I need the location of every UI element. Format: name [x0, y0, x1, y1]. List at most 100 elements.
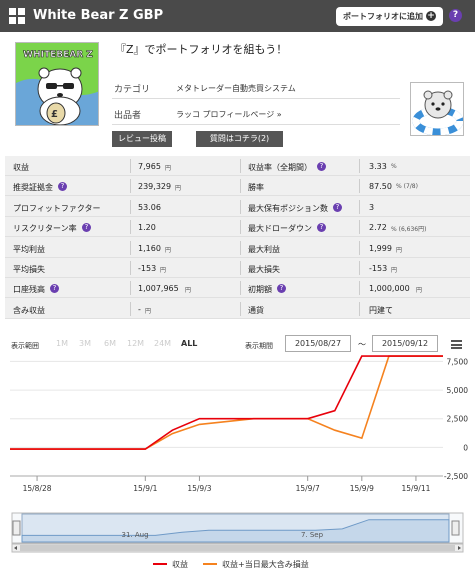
- stat-value: 1,007,965: [138, 284, 179, 294]
- stat-unit: 円: [165, 246, 172, 254]
- stat-value: 1,160: [138, 243, 161, 253]
- legend-swatch-profit-unrealized: [203, 563, 217, 565]
- stat-label: 収益: [13, 163, 29, 172]
- stat-label: 最大保有ポジション数: [248, 203, 328, 213]
- help-icon[interactable]: ?: [50, 284, 59, 294]
- divider: [130, 301, 131, 316]
- help-icon[interactable]: ?: [317, 223, 326, 233]
- profit-chart: 15/8/28 15/9/1 15/9/3 15/9/7 15/9/9 15/9/11 7…: [10, 355, 469, 553]
- plot-area: [10, 358, 443, 476]
- stat-label: 最大利益: [248, 244, 280, 254]
- x-tick-label: 15/9/3: [187, 484, 211, 493]
- svg-text:£: £: [51, 109, 58, 120]
- stat-label: プロフィットファクター: [13, 203, 101, 213]
- page-header: White Bear Z GBP ポートフォリオに追加 + ?: [0, 0, 475, 32]
- stat-unit: % (7/8): [396, 183, 418, 191]
- divider: [359, 301, 360, 316]
- navigator-handle[interactable]: [12, 520, 21, 536]
- stat-unit: 円: [175, 185, 182, 193]
- category-row: カテゴリ メタトレーダー自動売買システム: [112, 77, 400, 99]
- chart-legend: 収益 収益+当日最大含み損益: [0, 556, 475, 572]
- help-icon[interactable]: ?: [277, 284, 286, 294]
- divider: [240, 179, 241, 194]
- navigator-handle[interactable]: [451, 520, 460, 536]
- question-button[interactable]: 質問はコチラ(2): [196, 131, 283, 147]
- divider: [359, 240, 360, 255]
- stats-row: リスクリターン率? 1.20 最大ドローダウン? 2.72 % (6,636円): [5, 217, 470, 238]
- divider: [240, 240, 241, 255]
- stat-label: 推奨証拠金: [13, 183, 53, 193]
- stat-unit: 円: [185, 287, 192, 295]
- stat-value: 7,965: [138, 162, 161, 171]
- seller-label: 出品者: [114, 111, 142, 121]
- stat-unit: 円: [391, 267, 398, 274]
- help-icon[interactable]: ?: [317, 162, 326, 171]
- page-title: White Bear Z GBP: [33, 8, 164, 23]
- stat-value: 1,000,000: [369, 284, 410, 294]
- stats-row: 平均利益 1,160 円 最大利益 1,999 円: [5, 238, 470, 258]
- divider: [240, 220, 241, 235]
- legend-label-profit[interactable]: 収益: [172, 559, 188, 570]
- divider: [130, 159, 131, 173]
- stat-value: -153: [369, 264, 388, 273]
- stat-label: 最大損失: [248, 265, 280, 274]
- stat-unit: 円: [145, 307, 152, 315]
- stat-value: 円建て: [369, 305, 393, 315]
- y-tick-label: 0: [463, 443, 468, 452]
- x-tick-label: 15/8/28: [23, 484, 52, 493]
- chart-section: 表示範囲 1M 3M 6M 12M 24M ALL 表示期間 2015/08/2…: [0, 330, 475, 577]
- navigator-label: 31. Aug: [121, 531, 148, 539]
- stat-label: 収益率（全期間）: [248, 163, 312, 172]
- help-icon[interactable]: ?: [333, 202, 342, 212]
- divider: [240, 199, 241, 214]
- x-tick-label: 15/9/1: [133, 484, 157, 493]
- divider: [359, 281, 360, 296]
- stats-row: 含み収益 - 円 通貨 円建て: [5, 299, 470, 319]
- stat-label: 最大ドローダウン: [248, 224, 312, 234]
- stat-label: 通貨: [248, 305, 264, 315]
- x-tick-label: 15/9/9: [350, 484, 374, 493]
- stat-unit: 円: [165, 165, 172, 172]
- stat-value: -: [138, 304, 141, 314]
- add-to-portfolio-button[interactable]: ポートフォリオに追加 +: [336, 7, 443, 26]
- add-to-portfolio-label: ポートフォリオに追加: [343, 12, 423, 21]
- divider: [359, 199, 360, 214]
- navigator-label: 7. Sep: [301, 531, 324, 539]
- divider: [130, 220, 131, 235]
- legend-label-profit-unrealized[interactable]: 収益+当日最大含み損益: [222, 559, 309, 570]
- help-icon[interactable]: ?: [58, 182, 67, 192]
- y-tick-label: 7,500: [447, 357, 469, 366]
- category-value: メタトレーダー自動売買システム: [176, 84, 296, 93]
- help-icon[interactable]: ?: [82, 223, 91, 233]
- divider: [240, 261, 241, 275]
- divider: [359, 159, 360, 173]
- divider: [359, 261, 360, 275]
- divider: [130, 179, 131, 194]
- help-icon[interactable]: ?: [449, 9, 462, 22]
- stats-row: プロフィットファクター 53.06 最大保有ポジション数? 3: [5, 197, 470, 217]
- stat-unit: 円: [416, 287, 423, 295]
- review-button[interactable]: レビュー投稿: [112, 131, 172, 147]
- seller-row: 出品者 ラッコ プロフィールページ »: [112, 103, 400, 125]
- stat-label: 平均利益: [13, 244, 45, 254]
- x-tick-label: 15/9/7: [296, 484, 320, 493]
- x-tick-label: 15/9/11: [401, 484, 430, 493]
- stat-value: 239,329: [138, 182, 172, 192]
- stats-row: 平均損失 -153 円最大損失 -153 円: [5, 258, 470, 278]
- stat-label: 平均損失: [13, 265, 45, 274]
- stat-value: 87.50: [369, 182, 392, 192]
- stat-label: 含み収益: [13, 305, 45, 315]
- stat-value: 3.33: [369, 162, 387, 171]
- scrollbar-thumb[interactable]: [20, 545, 455, 551]
- y-tick-label: 5,000: [447, 386, 469, 395]
- divider: [240, 301, 241, 316]
- divider: [130, 281, 131, 296]
- stat-label: 初期額: [248, 285, 272, 295]
- category-label: カテゴリ: [114, 85, 151, 95]
- intro-text: 『Z』でポートフォリオを組もう！: [115, 43, 288, 56]
- seller-profile-link[interactable]: ラッコ プロフィールページ »: [176, 109, 282, 120]
- seller-avatar[interactable]: [410, 82, 464, 136]
- stat-value: -153: [138, 264, 157, 273]
- stats-row: 推奨証拠金? 239,329 円 勝率 87.50 % (7/8): [5, 176, 470, 197]
- stats-row: 口座残高? 1,007,965 円 初期額? 1,000,000 円: [5, 278, 470, 299]
